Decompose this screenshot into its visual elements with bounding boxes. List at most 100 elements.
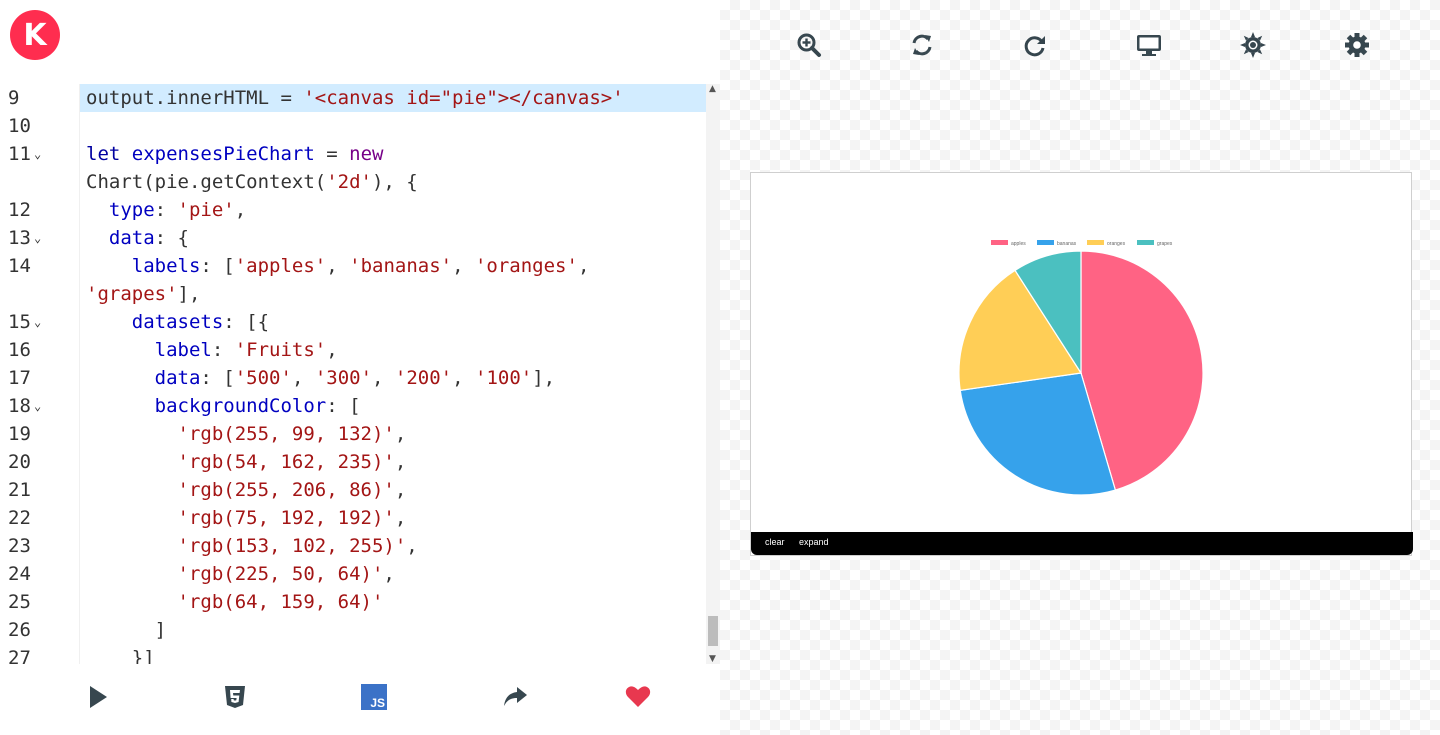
code-line[interactable]: 'rgb(153, 102, 255)',: [86, 532, 706, 560]
code-token: output.innerHTML =: [86, 87, 304, 109]
code-line[interactable]: ]: [86, 616, 706, 644]
app-logo[interactable]: K: [10, 10, 60, 60]
code-line[interactable]: backgroundColor: [: [86, 392, 706, 420]
code-line[interactable]: 'rgb(64, 159, 64)': [86, 588, 706, 616]
console-bar: clear expand: [751, 532, 1413, 555]
line-number-text: 24: [8, 563, 31, 585]
code-token: ,: [452, 255, 475, 277]
code-token: 'rgb(54, 162, 235)': [177, 451, 395, 473]
sun-icon[interactable]: [1240, 32, 1266, 58]
line-number-text: 15: [8, 311, 31, 333]
code-token: 'grapes': [86, 283, 178, 305]
code-token: ,: [406, 535, 418, 557]
code-line[interactable]: 'rgb(255, 206, 86)',: [86, 476, 706, 504]
code-token: :: [211, 339, 235, 361]
code-line[interactable]: 'grapes'],: [86, 280, 706, 308]
html5-icon[interactable]: [222, 684, 248, 710]
code-line[interactable]: Chart(pie.getContext('2d'), {: [86, 168, 706, 196]
fold-chevron-icon[interactable]: ⌄: [34, 224, 41, 252]
code-token: : [: [326, 395, 361, 417]
line-number-text: 23: [8, 535, 31, 557]
code-line[interactable]: label: 'Fruits',: [86, 336, 706, 364]
code-line[interactable]: let expensesPieChart = new: [86, 140, 706, 168]
fold-chevron-icon[interactable]: ⌄: [34, 140, 41, 168]
pie-chart: apples bananas oranges grapes: [958, 240, 1204, 496]
share-icon[interactable]: [502, 684, 528, 710]
fold-chevron-icon[interactable]: ⌄: [34, 308, 41, 336]
code-token: :: [154, 199, 178, 221]
legend-item-bananas[interactable]: bananas: [1037, 240, 1077, 247]
scroll-down-icon[interactable]: ▼: [709, 654, 716, 664]
code-token: datasets: [131, 311, 224, 333]
code-token: 'rgb(255, 99, 132)': [177, 423, 395, 445]
scrollbar-thumb[interactable]: [708, 616, 718, 646]
line-number: 13 ⌄: [0, 224, 62, 252]
legend-label: oranges: [1107, 241, 1126, 247]
code-token: '2d': [326, 171, 372, 193]
code-token: 'Fruits': [234, 339, 327, 361]
code-token: ,: [326, 255, 350, 277]
line-number-text: 16: [8, 339, 31, 361]
line-number-text: 12: [8, 199, 31, 221]
code-token: let: [86, 143, 132, 165]
desktop-icon[interactable]: [1136, 32, 1162, 58]
code-line[interactable]: type: 'pie',: [86, 196, 706, 224]
code-token: ],: [532, 367, 556, 389]
legend-item-apples[interactable]: apples: [991, 240, 1026, 247]
code-token: : [: [200, 367, 235, 389]
code-token: 'apples': [234, 255, 327, 277]
zoom-in-icon[interactable]: [796, 32, 822, 58]
code-token: '500': [234, 367, 292, 389]
preview-pane: apples bananas oranges grapes clear expand: [720, 0, 1440, 735]
line-number: 25: [0, 588, 62, 616]
heart-icon[interactable]: [625, 684, 651, 710]
console-expand-button[interactable]: expand: [799, 537, 829, 547]
code-token: labels: [131, 255, 201, 277]
js-icon[interactable]: JS: [361, 684, 387, 710]
code-line[interactable]: data: ['500', '300', '200', '100'],: [86, 364, 706, 392]
code-line[interactable]: 'rgb(225, 50, 64)',: [86, 560, 706, 588]
code-token: ,: [394, 507, 407, 529]
line-number-text: 9: [8, 87, 20, 109]
code-editor[interactable]: 9 output.innerHTML = '<canvas id="pie"></…: [0, 84, 706, 664]
code-line[interactable]: 'rgb(75, 192, 192)',: [86, 504, 706, 532]
legend-swatch: [1137, 240, 1154, 245]
code-line[interactable]: }]: [86, 644, 706, 664]
scroll-up-icon[interactable]: ▲: [709, 84, 716, 94]
line-number: 12: [0, 196, 62, 224]
legend-swatch: [991, 240, 1008, 245]
code-line[interactable]: [86, 112, 706, 140]
code-token: 'rgb(75, 192, 192)': [177, 507, 395, 529]
play-icon[interactable]: [85, 684, 111, 710]
code-line[interactable]: data: {: [86, 224, 706, 252]
fold-chevron-icon[interactable]: ⌄: [34, 392, 41, 420]
line-number: 22: [0, 504, 62, 532]
code-token: ,: [291, 367, 315, 389]
code-line[interactable]: labels: ['apples', 'bananas', 'oranges',: [86, 252, 706, 280]
code-token: }]: [86, 647, 155, 664]
code-token: data: [154, 367, 201, 389]
line-number: 10: [0, 112, 62, 140]
code-line[interactable]: 'rgb(255, 99, 132)',: [86, 420, 706, 448]
sync-icon[interactable]: [909, 32, 935, 58]
code-token: '200': [394, 367, 453, 389]
legend-swatch: [1037, 240, 1054, 245]
code-line[interactable]: output.innerHTML = '<canvas id="pie"></c…: [86, 84, 706, 112]
code-line[interactable]: datasets: [{: [86, 308, 706, 336]
editor-scrollbar[interactable]: ▲ ▼: [706, 84, 720, 664]
code-token: ],: [177, 283, 201, 305]
legend-item-oranges[interactable]: oranges: [1087, 240, 1126, 247]
legend-item-grapes[interactable]: grapes: [1137, 240, 1173, 247]
line-number-text: 22: [8, 507, 31, 529]
line-number: 27: [0, 644, 62, 664]
console-clear-button[interactable]: clear: [765, 537, 785, 547]
code-token: 'rgb(255, 206, 86)': [177, 479, 395, 501]
gear-icon[interactable]: [1344, 32, 1370, 58]
code-token: expensesPieChart: [131, 143, 315, 165]
code-line[interactable]: 'rgb(54, 162, 235)',: [86, 448, 706, 476]
redo-icon[interactable]: [1022, 32, 1048, 58]
